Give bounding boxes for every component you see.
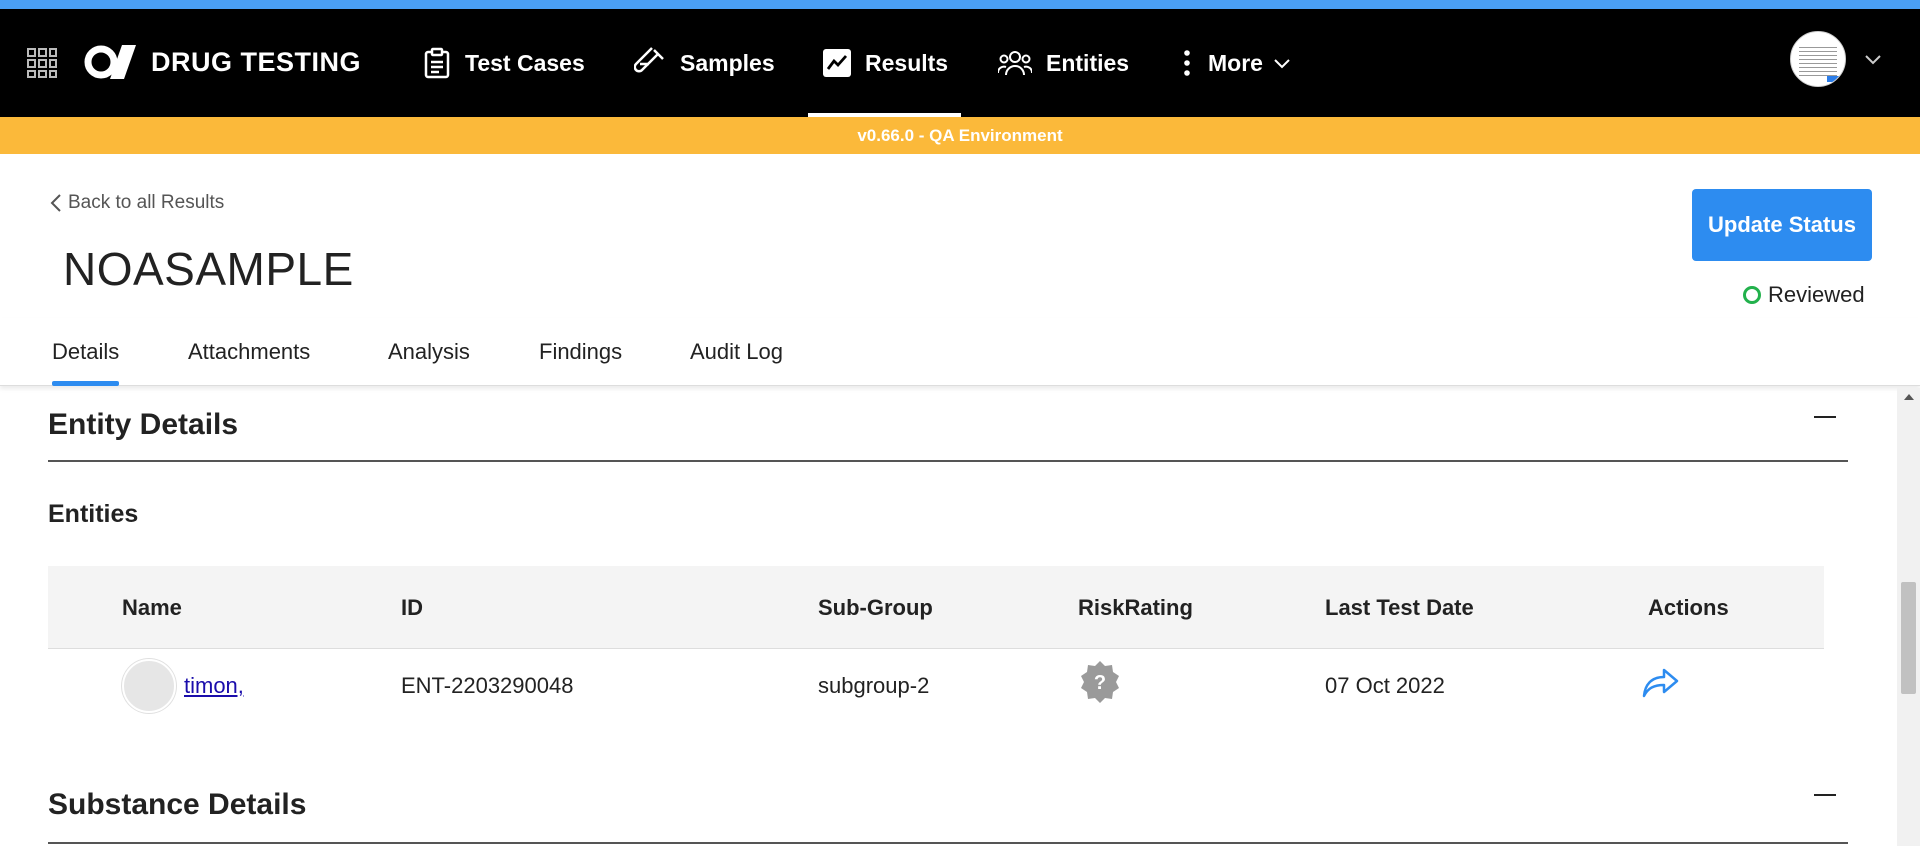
nav-results-label: Results: [865, 49, 949, 76]
entity-name-cell: timon,: [122, 649, 244, 723]
user-menu[interactable]: [1790, 31, 1882, 87]
top-navbar: DRUG TESTING Test Cases Samples Results …: [0, 9, 1920, 117]
nav-more-label: More: [1208, 49, 1263, 76]
unknown-badge-icon: ?: [1081, 661, 1119, 703]
tab-bar: Details Attachments Analysis Findings Au…: [0, 318, 1920, 386]
environment-banner: v0.66.0 - QA Environment: [0, 117, 1920, 154]
nav-entities[interactable]: Entities: [998, 9, 1129, 117]
nav-test-cases-label: Test Cases: [465, 49, 585, 76]
vertical-scrollbar[interactable]: [1897, 388, 1920, 846]
entity-risk-cell: ?: [1078, 649, 1122, 723]
brand-name: DRUG TESTING: [151, 46, 362, 77]
chevron-left-icon: [50, 194, 61, 212]
scrollbar-thumb[interactable]: [1901, 582, 1916, 694]
entity-actions-cell: [1642, 649, 1680, 723]
column-header-name[interactable]: Name: [122, 566, 182, 649]
brand[interactable]: DRUG TESTING: [84, 39, 361, 85]
tab-analysis[interactable]: Analysis: [388, 318, 470, 386]
column-header-actions: Actions: [1648, 594, 1729, 620]
column-header-risk-rating[interactable]: RiskRating: [1078, 566, 1193, 649]
entity-sub-group-cell: subgroup-2: [818, 673, 930, 698]
top-accent-bar: [0, 0, 1920, 9]
page-title: NOASAMPLE: [63, 243, 354, 295]
status-ring-icon: [1743, 286, 1761, 304]
status-indicator: Reviewed: [1743, 282, 1865, 308]
chevron-down-icon: [1865, 55, 1881, 65]
nav-samples[interactable]: Samples: [634, 9, 775, 117]
back-to-results-link[interactable]: Back to all Results: [50, 192, 224, 214]
tab-details[interactable]: Details: [52, 318, 120, 386]
chart-line-icon: [823, 49, 851, 77]
brand-logo-icon: [84, 45, 136, 79]
entity-last-test-date-cell: 07 Oct 2022: [1325, 673, 1445, 698]
status-label: Reviewed: [1768, 282, 1865, 307]
tab-attachments[interactable]: Attachments: [188, 318, 310, 386]
scroll-up-arrow-icon[interactable]: [1904, 394, 1914, 400]
users-icon: [998, 51, 1032, 76]
tab-findings[interactable]: Findings: [539, 318, 622, 386]
column-header-last-test-date[interactable]: Last Test Date: [1325, 566, 1474, 649]
nav-more[interactable]: More: [1180, 9, 1305, 117]
substance-details-title: Substance Details: [48, 788, 307, 821]
entities-subheading: Entities: [48, 500, 139, 528]
update-status-button[interactable]: Update Status: [1692, 189, 1872, 261]
entity-details-title: Entity Details: [48, 408, 239, 441]
entity-details-header: Entity Details: [48, 390, 1848, 462]
nav-samples-label: Samples: [680, 49, 775, 76]
tab-audit-log[interactable]: Audit Log: [690, 318, 783, 386]
entity-name-link[interactable]: timon,: [184, 673, 244, 699]
kebab-menu-icon: [1184, 50, 1190, 76]
nav-entities-label: Entities: [1046, 49, 1130, 76]
app-grid-icon[interactable]: [26, 47, 58, 79]
collapse-substance-details-button[interactable]: [1814, 794, 1836, 796]
test-tube-icon: [634, 47, 664, 73]
table-header-row: Name ID Sub-Group RiskRating Last Test D…: [48, 566, 1824, 649]
column-header-id[interactable]: ID: [401, 566, 423, 649]
collapse-entity-details-button[interactable]: [1814, 416, 1836, 418]
nav-test-cases[interactable]: Test Cases: [423, 9, 585, 117]
column-header-sub-group[interactable]: Sub-Group: [818, 566, 933, 649]
entity-id-cell: ENT-2203290048: [401, 673, 574, 698]
entities-table: Name ID Sub-Group RiskRating Last Test D…: [48, 566, 1824, 723]
nav-results[interactable]: Results: [808, 9, 961, 117]
share-arrow-icon[interactable]: [1642, 667, 1680, 699]
back-link-label: Back to all Results: [68, 192, 225, 213]
table-row: timon, ENT-2203290048 subgroup-2 ? 07 Oc…: [48, 649, 1824, 723]
clipboard-icon: [424, 47, 450, 79]
user-avatar: [1790, 31, 1846, 87]
svg-text:?: ?: [1094, 672, 1106, 694]
substance-details-header: Substance Details: [48, 768, 1848, 844]
chevron-down-icon: [1274, 59, 1290, 69]
entity-avatar: [122, 659, 176, 713]
